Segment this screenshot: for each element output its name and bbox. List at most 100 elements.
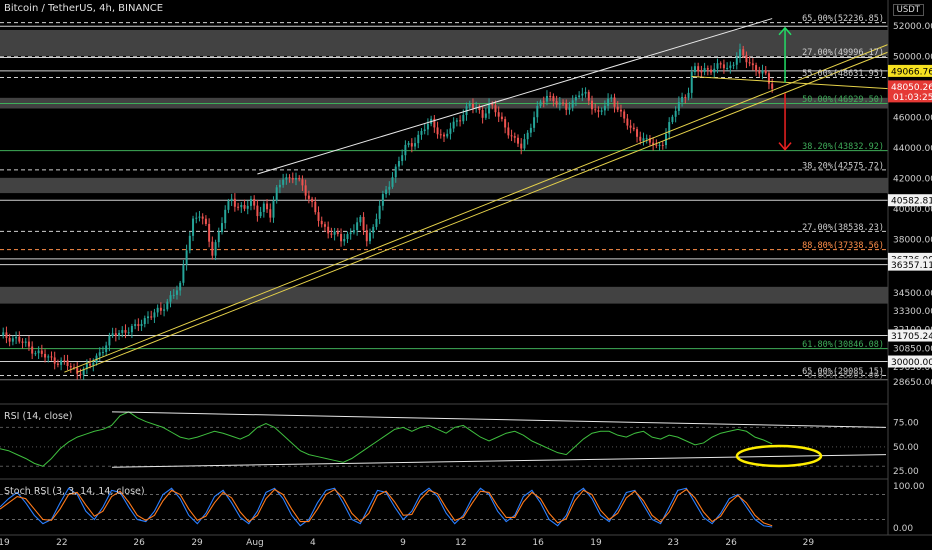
candle-body (545, 95, 548, 102)
price-axis-label: 50000.00 (893, 53, 932, 63)
candle-body (50, 356, 53, 358)
rsi-axis-label: 25.00 (893, 467, 919, 477)
candle-body (562, 102, 565, 104)
time-axis-label: 26 (133, 538, 145, 548)
candle-body (742, 49, 745, 56)
candle-body (735, 57, 738, 65)
candle-body (44, 353, 47, 358)
candle-body (452, 121, 455, 129)
candle-body (542, 101, 545, 103)
candle-body (362, 216, 365, 231)
candle-body (610, 97, 613, 99)
candle-body (304, 185, 307, 196)
candle-body (127, 332, 130, 334)
candle-body (645, 138, 648, 140)
fib-level-label: 38.20%(43832.92) (802, 142, 884, 152)
candle-body (574, 97, 577, 101)
candle-body (356, 222, 359, 231)
candle-body (436, 127, 439, 135)
candle-body (372, 226, 375, 233)
candle-body (24, 341, 27, 343)
candle-body (201, 216, 204, 219)
price-zone (0, 30, 888, 56)
candle-body (504, 119, 507, 128)
candle-body (755, 65, 758, 72)
price-zone (0, 286, 888, 304)
candle-body (346, 234, 349, 239)
candle-body (182, 264, 185, 283)
candle-body (581, 93, 584, 96)
candle-body (500, 116, 503, 120)
tradingview-chart[interactable]: 65.00%(52236.85) 27.00%(49996.17) 55.00%(4… (0, 0, 932, 550)
candle-body (414, 143, 417, 147)
candle-body (56, 363, 59, 365)
candle-body (249, 198, 252, 206)
candle-body (327, 226, 330, 234)
candle-body (275, 187, 278, 201)
candle-body (529, 127, 532, 133)
candle-body (681, 96, 684, 103)
candle-body (632, 127, 635, 130)
candle-body (272, 200, 275, 218)
candle-body (748, 62, 751, 64)
candle-body (365, 230, 368, 242)
candle-body (101, 352, 104, 354)
level-price-value: 31705.24 (891, 332, 932, 342)
time-axis-label: 29 (191, 538, 203, 548)
candle-body (423, 129, 426, 132)
candle-body (494, 105, 497, 113)
candle-body (626, 118, 629, 126)
candle-body (375, 218, 378, 227)
price-axis-label: 28650.00 (893, 378, 932, 388)
candle-body (758, 71, 761, 74)
candle-body (661, 144, 664, 146)
candle-body (166, 301, 169, 310)
candle-body (37, 350, 40, 354)
fib-level-label: 27.00%(38538.23) (802, 223, 884, 233)
rsi-axis-label: 50.00 (893, 443, 919, 453)
candle-body (108, 335, 111, 346)
candle-body (21, 341, 24, 343)
time-axis-label: 19 (590, 538, 602, 548)
candle-body (404, 144, 407, 156)
candle-body (568, 107, 571, 110)
candle-body (739, 49, 741, 58)
candle-body (253, 198, 256, 206)
candle-body (124, 330, 127, 333)
candle-body (642, 138, 645, 141)
candle-body (587, 91, 590, 101)
candle-body (8, 337, 11, 342)
stoch-axis-label: 0.00 (893, 524, 913, 534)
fib-level-label: 55.00%(48631.95) (802, 69, 884, 79)
candle-body (291, 178, 294, 180)
candle-body (288, 177, 291, 179)
candle-body (349, 232, 352, 235)
currency-badge[interactable]: USDT (892, 4, 924, 16)
candle-body (697, 66, 700, 72)
candle-body (745, 55, 748, 63)
candle-body (385, 189, 388, 195)
candle-body (507, 127, 510, 136)
candle-body (11, 338, 14, 342)
candle-body (616, 106, 619, 110)
candle-body (34, 353, 37, 355)
candle-body (674, 110, 677, 117)
candle-body (188, 235, 191, 251)
candle-body (658, 144, 661, 146)
candle-body (455, 120, 458, 122)
candle-body (687, 92, 690, 98)
candle-body (69, 365, 72, 368)
last-price-value: 48050.26 (891, 83, 932, 93)
candle-body (278, 184, 281, 188)
candle-body (388, 186, 391, 190)
candle-body (619, 109, 622, 112)
candle-body (446, 133, 449, 137)
candle-body (565, 103, 568, 110)
time-axis-label: 23 (667, 538, 678, 548)
candle-body (426, 123, 429, 130)
chart-stage: 65.00%(52236.85) 27.00%(49996.17) 55.00%(4… (0, 0, 932, 550)
candle-body (105, 345, 108, 353)
candle-body (227, 200, 230, 210)
fib-level-label: 0.00%(28805.00) (807, 371, 884, 381)
candle-body (320, 220, 323, 225)
